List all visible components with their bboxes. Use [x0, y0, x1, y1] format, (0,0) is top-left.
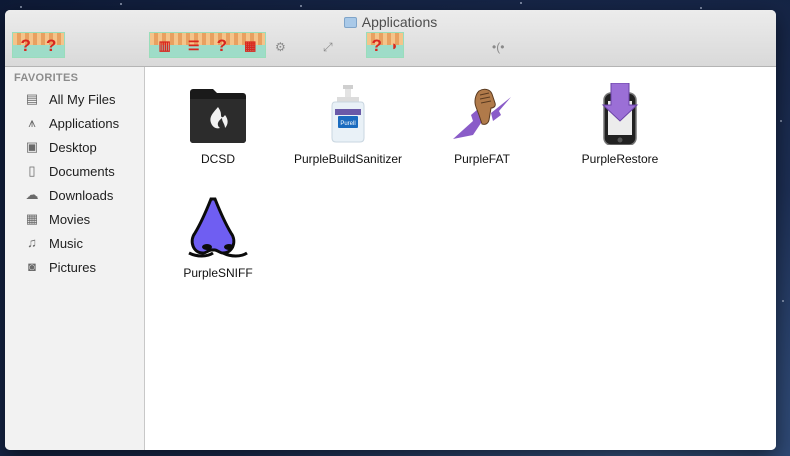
sidebar-heading: FAVORITES [14, 72, 79, 84]
app-item-purplebuildsanitizer[interactable]: Purell PurpleBuildSanitizer [289, 83, 407, 166]
sidebar-item-desktop[interactable]: ▣ Desktop [5, 135, 144, 159]
action-gear-icon[interactable]: ⚙ [275, 40, 286, 54]
sidebar-item-downloads[interactable]: ☁ Downloads [5, 183, 144, 207]
back-forward-button[interactable]: ?? [12, 32, 65, 58]
toolbar: Applications ?? ▥ ☰ ? ▦ ⚙ ⤢ ? ◗ •(• [5, 10, 776, 67]
window-title: Applications [5, 14, 776, 30]
app-item-purplefat[interactable]: PurpleFAT [423, 83, 541, 166]
iphone-restore-icon [601, 83, 639, 145]
missing-icon: ? [371, 36, 382, 55]
missing-icon: ◗ [390, 38, 399, 53]
all-files-icon: ▤ [25, 91, 39, 106]
documents-icon: ▯ [28, 163, 36, 178]
sidebar: FAVORITES ▤ All My Files ⩚ Applications … [5, 67, 145, 450]
app-item-dcsd[interactable]: DCSD [159, 83, 277, 166]
missing-icon: ? [46, 36, 57, 55]
fist-lightning-icon [453, 88, 511, 139]
app-item-purplerestore[interactable]: PurpleRestore [561, 83, 679, 166]
dcsd-flame-icon [190, 89, 246, 143]
cover-flow-icon: ▦ [244, 38, 257, 53]
music-icon: ♫ [27, 235, 37, 250]
icon-view-icon: ▥ [158, 38, 171, 53]
app-name: PurpleFAT [454, 152, 510, 166]
app-name: PurpleBuildSanitizer [293, 152, 403, 166]
app-name: PurpleSNIFF [183, 266, 253, 280]
app-name: DCSD [200, 152, 235, 166]
sidebar-item-all-my-files[interactable]: ▤ All My Files [5, 87, 144, 111]
sidebar-item-pictures[interactable]: ◙ Pictures [5, 255, 144, 279]
downloads-icon: ☁ [25, 187, 39, 202]
applications-icon: ⩚ [28, 115, 36, 130]
sidebar-item-music[interactable]: ♫ Music [5, 231, 144, 255]
app-item-purplesniff[interactable]: PurpleSNIFF [159, 197, 277, 280]
folder-icon [343, 17, 357, 28]
sanitizer-bottle-icon: Purell [331, 85, 365, 143]
purple-nose-icon [188, 197, 248, 258]
sidebar-item-documents[interactable]: ▯ Documents [5, 159, 144, 183]
finder-window: Applications ?? ▥ ☰ ? ▦ ⚙ ⤢ ? ◗ •(• FAVOR… [5, 10, 776, 450]
list-view-icon: ☰ [187, 38, 200, 53]
share-airdrop-icon[interactable]: •(• [492, 40, 504, 54]
svg-text:Purell: Purell [340, 121, 355, 127]
pictures-icon: ◙ [28, 259, 36, 274]
column-view-icon: ? [216, 36, 228, 55]
missing-icon: ? [20, 36, 31, 55]
file-grid: DCSD Purell PurpleBuildSanitizer PurpleF… [145, 67, 776, 450]
desktop-icon: ▣ [25, 139, 39, 154]
fullscreen-icon[interactable]: ⤢ [323, 40, 333, 55]
movies-icon: ▦ [25, 211, 39, 226]
view-mode-buttons[interactable]: ▥ ☰ ? ▦ [149, 32, 266, 58]
arrange-button[interactable]: ? ◗ [366, 32, 404, 58]
app-name: PurpleRestore [581, 152, 659, 166]
sidebar-item-movies[interactable]: ▦ Movies [5, 207, 144, 231]
sidebar-item-applications[interactable]: ⩚ Applications [5, 111, 144, 135]
